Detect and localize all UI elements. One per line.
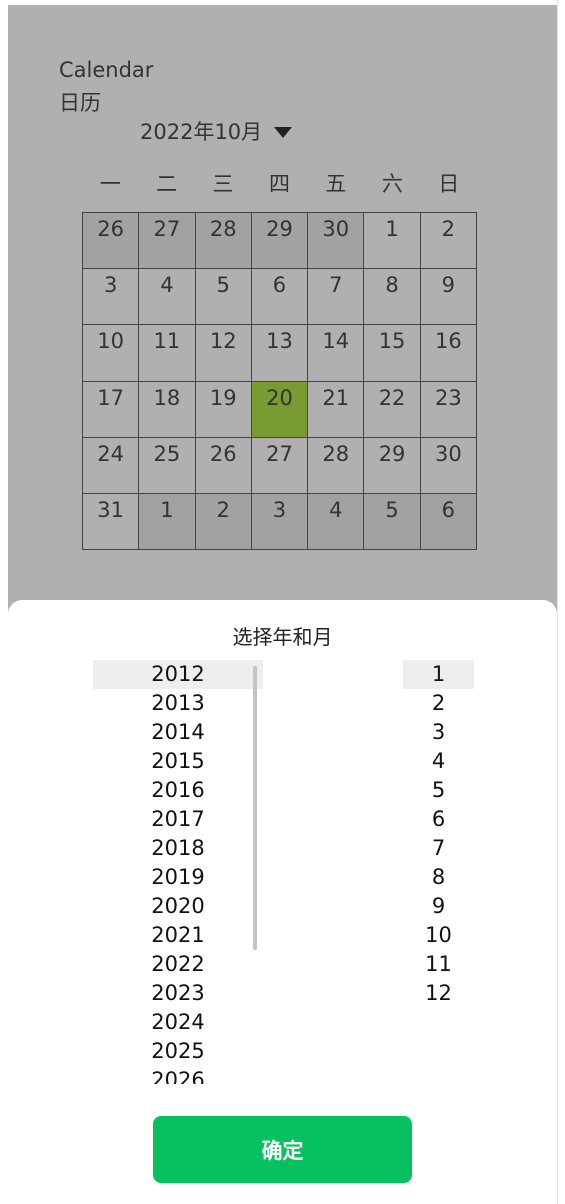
calendar-day[interactable]: 31 [83,493,140,550]
calendar-day[interactable]: 4 [139,269,196,326]
current-month-label: 2022年10月 [140,120,263,144]
month-option[interactable]: 2 [403,689,474,718]
year-scrollbar[interactable] [253,666,257,950]
year-option[interactable]: 2022 [93,950,263,979]
year-option[interactable]: 2016 [93,776,263,805]
calendar-day[interactable]: 10 [83,325,140,382]
calendar-day[interactable]: 7 [308,269,365,326]
calendar-day[interactable]: 3 [83,269,140,326]
calendar-day[interactable]: 5 [364,493,421,550]
year-option[interactable]: 2012 [93,660,263,689]
year-option[interactable]: 2019 [93,863,263,892]
year-option[interactable]: 2023 [93,979,263,1008]
year-option[interactable]: 2014 [93,718,263,747]
calendar-day[interactable]: 27 [139,213,196,270]
month-option[interactable]: 6 [403,805,474,834]
weekday-label: 日 [438,172,460,196]
calendar-day[interactable]: 1 [364,213,421,270]
calendar-day[interactable]: 9 [420,269,477,326]
calendar-day[interactable]: 2 [195,493,252,550]
year-option[interactable]: 2025 [93,1037,263,1066]
year-month-picker-sheet: 选择年和月 2012 2013 2014 2015 2016 2017 2018 2019 20… [8,600,557,1196]
month-option[interactable]: 11 [403,950,474,979]
year-option[interactable]: 2021 [93,921,263,950]
calendar-day[interactable]: 26 [83,213,140,270]
calendar-day[interactable]: 18 [139,381,196,438]
calendar-day[interactable]: 6 [251,269,309,326]
picker-title: 选择年和月 [232,625,333,649]
year-option[interactable]: 2017 [93,805,263,834]
month-option[interactable]: 9 [403,892,474,921]
calendar-day[interactable]: 29 [364,437,421,494]
year-picker-column[interactable]: 2012 2013 2014 2015 2016 2017 2018 2019 2020 2021… [93,660,263,1084]
year-option[interactable]: 2015 [93,747,263,776]
calendar-day[interactable]: 30 [420,437,477,494]
calendar-day[interactable]: 28 [195,213,252,270]
calendar-day[interactable]: 27 [251,437,309,494]
calendar-day[interactable]: 11 [139,325,196,382]
calendar-day[interactable]: 22 [364,381,421,438]
calendar-day[interactable]: 24 [83,437,140,494]
calendar-day-today[interactable]: 20 [251,381,309,438]
weekday-header: 一二三四五六日 [82,168,477,198]
calendar-day[interactable]: 19 [195,381,252,438]
year-option[interactable]: 2018 [93,834,263,863]
calendar-day[interactable]: 1 [139,493,196,550]
calendar-day[interactable]: 17 [83,381,140,438]
weekday-label: 一 [99,172,121,196]
month-option[interactable]: 10 [403,921,474,950]
month-picker-column[interactable]: 1 2 3 4 5 6 7 8 9 10 11 12 [403,660,474,1008]
calendar-day[interactable]: 21 [308,381,365,438]
calendar-day[interactable]: 23 [420,381,477,438]
weekday-label: 四 [268,172,290,196]
calendar-day[interactable]: 25 [139,437,196,494]
calendar-day[interactable]: 29 [251,213,309,270]
calendar-day[interactable]: 6 [420,493,477,550]
month-option[interactable]: 4 [403,747,474,776]
calendar-day[interactable]: 28 [308,437,365,494]
calendar-day[interactable]: 30 [308,213,365,270]
weekday-label: 五 [325,172,347,196]
page-title-zh: 日历 [59,91,101,115]
calendar-day[interactable]: 26 [195,437,252,494]
year-option[interactable]: 2026 [93,1066,263,1084]
calendar-day[interactable]: 14 [308,325,365,382]
calendar-day[interactable]: 13 [251,325,309,382]
year-option[interactable]: 2013 [93,689,263,718]
calendar-day[interactable]: 4 [308,493,365,550]
calendar-day[interactable]: 15 [364,325,421,382]
page-edge [557,0,558,1204]
calendar-day[interactable]: 3 [251,493,309,550]
confirm-button[interactable]: 确定 [153,1116,412,1183]
calendar-day[interactable]: 5 [195,269,252,326]
month-option[interactable]: 3 [403,718,474,747]
page-title-en: Calendar [59,58,154,82]
calendar-grid: 26 27 28 29 30 1 2 3 4 5 6 7 8 9 10 11 12 13 14 15 16 17 18 19 2… [82,212,477,550]
weekday-label: 六 [381,172,403,196]
month-option[interactable]: 7 [403,834,474,863]
month-option[interactable]: 1 [403,660,474,689]
month-option[interactable]: 12 [403,979,474,1008]
caret-down-icon [274,126,293,138]
calendar-day[interactable]: 12 [195,325,252,382]
month-selector[interactable]: 2022年10月 [140,116,293,146]
calendar-day[interactable]: 2 [420,213,477,270]
year-option[interactable]: 2020 [93,892,263,921]
weekday-label: 三 [212,172,234,196]
month-option[interactable]: 8 [403,863,474,892]
weekday-label: 二 [156,172,178,196]
year-option[interactable]: 2024 [93,1008,263,1037]
calendar-day[interactable]: 16 [420,325,477,382]
calendar-day[interactable]: 8 [364,269,421,326]
month-option[interactable]: 5 [403,776,474,805]
